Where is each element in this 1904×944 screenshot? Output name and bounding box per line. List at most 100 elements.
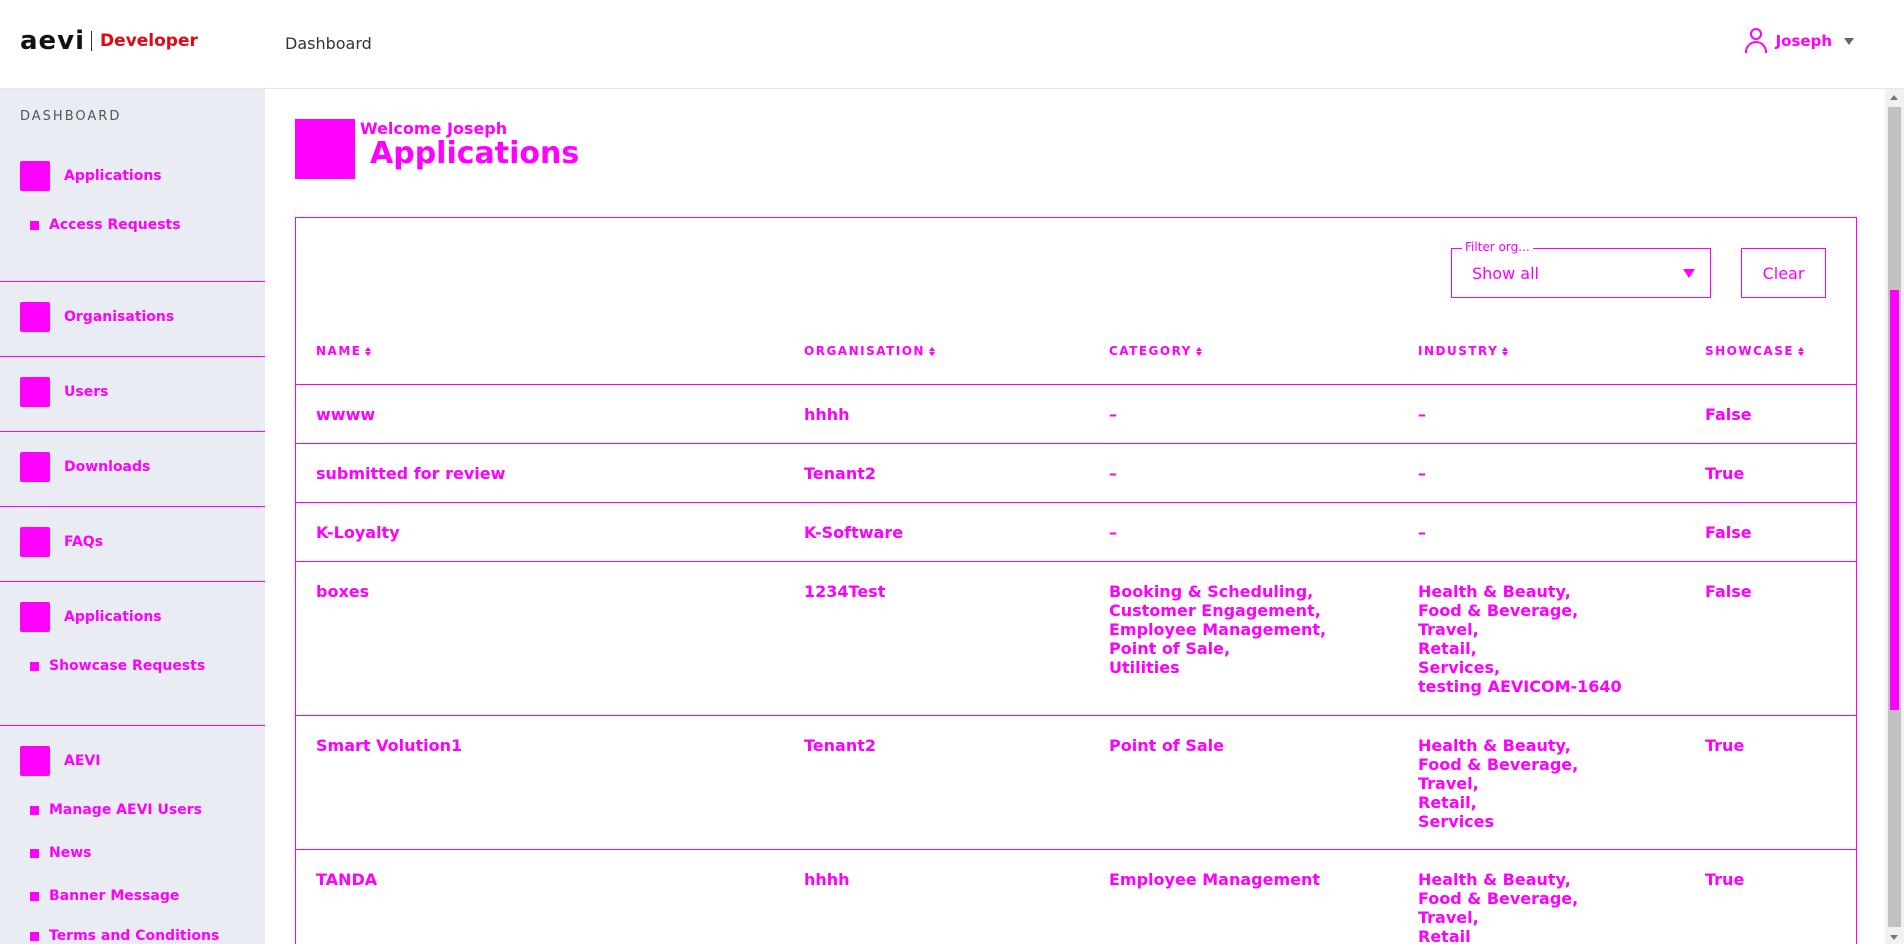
column-header-name[interactable]: NAME	[316, 344, 372, 358]
sidebar-item-users[interactable]: Users	[0, 377, 265, 407]
category-line: Utilities	[1109, 658, 1180, 677]
cell-industry: Health & Beauty, Food & Beverage, Travel, R…	[1418, 736, 1578, 831]
industry-line: Food & Beverage,	[1418, 889, 1579, 908]
cell-category: –	[1109, 523, 1117, 542]
sidebar-subitem-banner-message[interactable]: Banner Message	[0, 886, 265, 906]
cell-organisation: hhhh	[804, 870, 850, 889]
sidebar-section-aevi: AEVI Manage AEVI Users News Banner Messa…	[0, 746, 265, 944]
user-icon	[1744, 28, 1768, 54]
industry-line: –	[1418, 405, 1426, 424]
sidebar-item-applications[interactable]: Applications	[0, 161, 265, 191]
sidebar-subitem-manage-aevi-users[interactable]: Manage AEVI Users	[0, 800, 265, 820]
cell-category: Booking & Scheduling, Customer Engagement…	[1109, 582, 1326, 677]
scroll-down-arrow-icon[interactable]	[1890, 935, 1898, 940]
sidebar-divider	[0, 581, 265, 582]
sidebar-subitem-access-requests[interactable]: Access Requests	[0, 215, 265, 235]
cell-organisation: Tenant2	[804, 464, 876, 483]
table-row[interactable]: submitted for review Tenant2 – – True	[296, 443, 1856, 502]
column-label: NAME	[316, 344, 362, 358]
column-header-industry[interactable]: INDUSTRY	[1418, 344, 1509, 358]
top-header: aevi Developer Dashboard Joseph	[0, 0, 1904, 89]
sidebar-item-organisations[interactable]: Organisations	[0, 302, 265, 332]
table-body: wwww hhhh – – False submitted for review Tenan…	[296, 384, 1856, 944]
cell-showcase: False	[1705, 405, 1752, 424]
cell-organisation: K-Software	[804, 523, 904, 542]
dropdown-caret-icon	[1683, 269, 1695, 278]
user-menu[interactable]: Joseph	[1744, 28, 1854, 54]
sidebar-item-label: Downloads	[64, 459, 151, 475]
sidebar-item-label: FAQs	[64, 534, 104, 550]
page-scrollbar[interactable]	[1885, 89, 1904, 944]
sidebar-subitem-label: Access Requests	[49, 217, 181, 233]
scroll-up-arrow-icon[interactable]	[1890, 95, 1898, 100]
sidebar-section-users: Users	[0, 377, 265, 407]
industry-line: Health & Beauty,	[1418, 870, 1571, 889]
sidebar-item-label: Applications	[64, 168, 162, 184]
filter-org-select[interactable]: Filter org... Show all	[1451, 240, 1711, 298]
sidebar-item-faqs[interactable]: FAQs	[0, 527, 265, 557]
category-line: Customer Engagement,	[1109, 601, 1321, 620]
sidebar-divider	[0, 281, 265, 282]
cell-organisation: 1234Test	[804, 582, 886, 601]
sidebar-section-showcase: Applications Showcase Requests	[0, 602, 265, 676]
table-row[interactable]: K-Loyalty K-Software – – False	[296, 502, 1856, 561]
column-header-organisation[interactable]: ORGANISATION	[804, 344, 935, 358]
cell-name: wwww	[316, 405, 376, 424]
cell-category: –	[1109, 464, 1117, 483]
column-label: ORGANISATION	[804, 344, 925, 358]
industry-line: Health & Beauty,	[1418, 582, 1571, 601]
users-icon	[20, 377, 50, 407]
sidebar-item-applications-showcase[interactable]: Applications	[0, 602, 265, 632]
table-row[interactable]: TANDA hhhh Employee Management Health & Bea…	[296, 849, 1856, 944]
logo-divider	[91, 31, 93, 51]
filter-value: Show all	[1472, 264, 1539, 283]
cell-showcase: False	[1705, 582, 1752, 601]
column-header-category[interactable]: CATEGORY	[1109, 344, 1202, 358]
table-row[interactable]: wwww hhhh – – False	[296, 384, 1856, 443]
sidebar-subitem-label: Banner Message	[49, 888, 180, 904]
cell-showcase: True	[1705, 870, 1745, 889]
downloads-icon	[20, 452, 50, 482]
industry-line: Retail	[1418, 927, 1471, 944]
category-line: Booking & Scheduling,	[1109, 582, 1314, 601]
cell-industry: –	[1418, 405, 1426, 424]
category-line: Point of Sale,	[1109, 639, 1231, 658]
industry-line: Services,	[1418, 658, 1501, 677]
user-name: Joseph	[1775, 32, 1832, 50]
bullet-icon	[30, 661, 39, 671]
sidebar-subitem-news[interactable]: News	[0, 843, 265, 863]
cell-name: Smart Volution1	[316, 736, 463, 755]
sidebar-section-downloads: Downloads	[0, 452, 265, 482]
sidebar-subitem-showcase-requests[interactable]: Showcase Requests	[0, 656, 265, 676]
cell-showcase: False	[1705, 523, 1752, 542]
filter-legend: Filter org...	[1462, 240, 1533, 254]
industry-line: Services	[1418, 812, 1495, 831]
aevi-icon	[20, 746, 50, 776]
table-row[interactable]: Smart Volution1 Tenant2 Point of Sale Healt…	[296, 715, 1856, 849]
sort-icon	[1798, 346, 1805, 356]
page-header: Welcome Joseph Applications	[295, 119, 579, 179]
sidebar-item-downloads[interactable]: Downloads	[0, 452, 265, 482]
column-label: INDUSTRY	[1418, 344, 1499, 358]
sidebar-divider	[0, 431, 265, 432]
column-label: CATEGORY	[1109, 344, 1192, 358]
nav-dashboard-link[interactable]: Dashboard	[285, 34, 372, 53]
clear-button[interactable]: Clear	[1741, 248, 1826, 298]
bullet-icon	[30, 931, 39, 941]
cell-name: K-Loyalty	[316, 523, 400, 542]
cell-category: Point of Sale	[1109, 736, 1224, 755]
sidebar-subitem-label: News	[49, 845, 92, 861]
table-header: NAME ORGANISATION CATEGORY INDUSTRY SHOW…	[296, 344, 1856, 374]
sidebar-item-aevi[interactable]: AEVI	[0, 746, 265, 776]
sidebar-subitem-terms[interactable]: Terms and Conditions	[0, 926, 265, 944]
sidebar-title: DASHBOARD	[20, 109, 122, 124]
column-header-showcase[interactable]: SHOWCASE	[1705, 344, 1805, 358]
applications-icon	[20, 161, 50, 191]
sidebar-subitem-label: Manage AEVI Users	[49, 802, 202, 818]
aevi-logo[interactable]: aevi Developer	[20, 28, 198, 54]
bullet-icon	[30, 891, 39, 901]
industry-line: Travel,	[1418, 908, 1479, 927]
table-row[interactable]: boxes 1234Test Booking & Scheduling, Custom…	[296, 561, 1856, 715]
sort-icon	[1195, 346, 1202, 356]
scrollbar-thumb[interactable]	[1890, 290, 1899, 710]
